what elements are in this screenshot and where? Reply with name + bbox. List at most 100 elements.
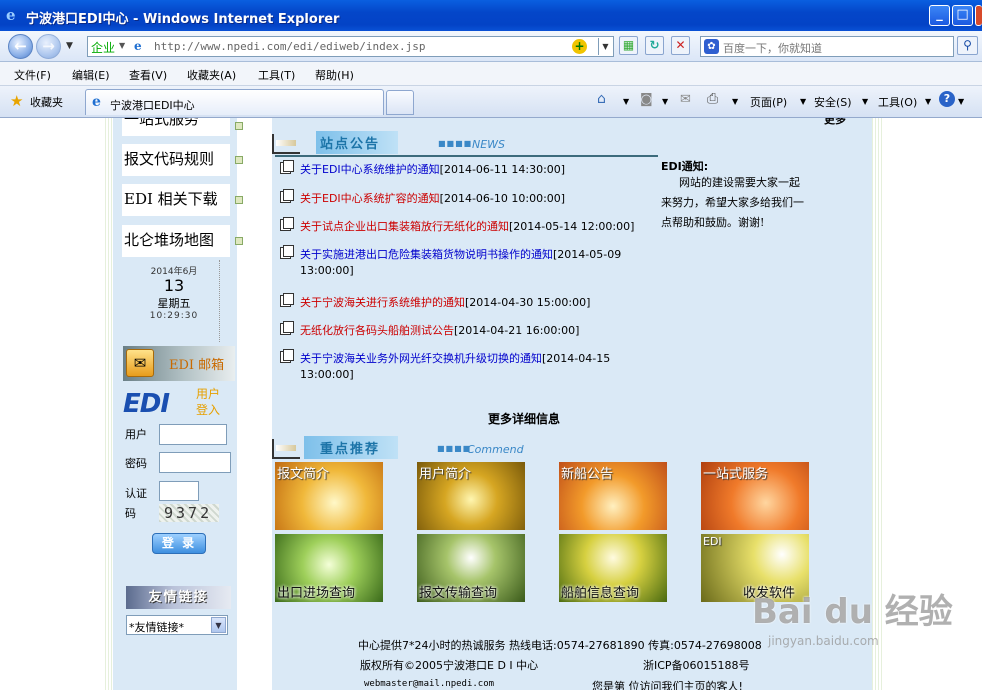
notice-title[interactable]: 关于EDI中心系统维护的通知: [300, 163, 440, 176]
menu-help[interactable]: 帮助(H): [315, 67, 354, 83]
notice-item[interactable]: 关于试点企业出口集装箱放行无纸化的通知[2014-05-14 12:00:00]: [280, 217, 640, 235]
login-button[interactable]: 登 录: [152, 533, 206, 554]
menu-favorites[interactable]: 收藏夹(A): [187, 67, 236, 83]
notice-title[interactable]: 无纸化放行各码头船舶测试公告: [300, 324, 454, 337]
menu-file[interactable]: 文件(F): [14, 67, 51, 83]
menu-edit[interactable]: 编辑(E): [72, 67, 110, 83]
recommend-header-title: 重点推荐: [304, 436, 399, 459]
stop-icon[interactable]: ✕: [671, 36, 690, 55]
notices-divider: [275, 155, 658, 157]
footer-email[interactable]: webmaster@mail.npedi.com: [364, 679, 494, 689]
menu-tools[interactable]: 工具(T): [258, 67, 295, 83]
favorites-button[interactable]: 收藏夹: [30, 94, 63, 110]
notice-item[interactable]: 关于实施进港出口危险集装箱货物说明书操作的通知[2014-05-09 13:00…: [280, 245, 640, 279]
tab-label: 宁波港口EDI中心: [110, 99, 195, 112]
new-tab-button[interactable]: [386, 90, 414, 115]
address-bar[interactable]: 企业 ▼ e http://www.npedi.com/edi/ediweb/i…: [87, 36, 614, 57]
tile-export-entry-query[interactable]: 出口进场查询: [275, 534, 383, 602]
password-input[interactable]: [159, 452, 231, 473]
link-edi-downloads[interactable]: EDI 相关下载: [122, 184, 243, 216]
friends-links-select[interactable]: *友情链接* ▼: [126, 615, 228, 635]
browser-tab[interactable]: e 宁波港口EDI中心: [85, 89, 384, 115]
footer-icp[interactable]: 浙ICP备06015188号: [643, 657, 750, 673]
ie-logo-icon: e: [6, 6, 16, 24]
recommend-header-en: Commend: [467, 443, 524, 456]
notice-item[interactable]: 关于宁波海关进行系统维护的通知[2014-04-30 15:00:00]: [280, 293, 640, 311]
notice-title[interactable]: 关于EDI中心系统扩容的通知: [300, 192, 440, 205]
tile-new-ship-notice[interactable]: 新船公告: [559, 462, 667, 530]
notice-item[interactable]: 关于宁波海关业务外网光纤交换机升级切换的通知[2014-04-15 13:00:…: [280, 349, 640, 383]
tile-top-label: EDI: [703, 535, 722, 548]
calendar-weekday: 星期五: [157, 297, 191, 310]
help-dropdown-icon[interactable]: ▼: [958, 97, 964, 106]
tile-ship-info-query[interactable]: 船舶信息查询: [559, 534, 667, 602]
home-dropdown-icon[interactable]: ▼: [623, 97, 629, 106]
print-icon[interactable]: ⎙: [707, 91, 718, 107]
captcha-image[interactable]: 9372: [159, 504, 219, 522]
go-icon[interactable]: +: [572, 39, 587, 54]
page-menu[interactable]: 页面(P): [750, 94, 787, 110]
tile-label: 用户简介: [419, 467, 472, 482]
close-button[interactable]: [975, 5, 982, 26]
notice-date: [2014-04-30 15:00:00]: [465, 296, 591, 309]
back-button[interactable]: ←: [8, 34, 33, 59]
notice-item[interactable]: 关于EDI中心系统维护的通知[2014-06-11 14:30:00]: [280, 160, 640, 178]
tile-one-stop-service[interactable]: 一站式服务: [701, 462, 809, 530]
friends-dropdown-icon[interactable]: ▼: [211, 617, 226, 633]
notice-title[interactable]: 关于宁波海关业务外网光纤交换机升级切换的通知: [300, 352, 542, 365]
tools-dropdown-icon[interactable]: ▼: [925, 97, 931, 106]
safety-dropdown-icon[interactable]: ▼: [862, 97, 868, 106]
bullet-icon: [235, 156, 243, 164]
captcha-label-1: 认证: [125, 487, 147, 500]
refresh-icon[interactable]: ↻: [645, 36, 664, 55]
calendar-widget: 2014年6月 13 星期五 10:29:30: [132, 264, 216, 334]
feeds-dropdown-icon[interactable]: ▼: [662, 97, 668, 106]
more-info-link[interactable]: 更多详细信息: [488, 410, 560, 427]
help-icon[interactable]: ?: [939, 91, 955, 107]
address-zone-label: 企业: [91, 41, 116, 55]
forward-button[interactable]: →: [36, 34, 61, 59]
search-icon[interactable]: ⚲: [957, 36, 978, 55]
compatibility-icon[interactable]: ▦: [619, 36, 638, 55]
link-one-stop-service[interactable]: 一站式服务: [122, 118, 243, 136]
zone-dropdown-icon[interactable]: ▼: [119, 41, 125, 50]
page-border-left: [105, 118, 113, 690]
notice-item[interactable]: 无纸化放行各码头船舶测试公告[2014-04-21 16:00:00]: [280, 321, 640, 339]
safety-menu[interactable]: 安全(S): [814, 94, 852, 110]
maximize-button[interactable]: □: [952, 5, 973, 26]
more-corner-link[interactable]: 更多: [824, 118, 846, 127]
mail-icon[interactable]: ✉: [680, 92, 691, 107]
tools-menu[interactable]: 工具(O): [878, 94, 917, 110]
minimize-button[interactable]: _: [929, 5, 950, 26]
notice-title[interactable]: 关于宁波海关进行系统维护的通知: [300, 296, 465, 309]
edi-mail-button[interactable]: ✉ EDI 邮箱: [123, 346, 235, 381]
baidu-paw-icon: ✿: [704, 39, 719, 54]
notice-item[interactable]: 关于EDI中心系统扩容的通知[2014-06-10 10:00:00]: [280, 189, 640, 207]
tile-label: 一站式服务: [703, 467, 769, 482]
recommend-header: 重点推荐 ■■■■ Commend: [272, 433, 672, 461]
print-dropdown-icon[interactable]: ▼: [732, 97, 738, 106]
link-beilun-yard-map[interactable]: 北仑堆场地图: [122, 225, 243, 257]
notice-title[interactable]: 关于实施进港出口危险集装箱货物说明书操作的通知: [300, 248, 553, 261]
search-placeholder: 百度一下，你就知道: [723, 42, 822, 55]
link-message-code-rules[interactable]: 报文代码规则: [122, 144, 243, 176]
calendar-day: 13: [163, 276, 185, 295]
left-sidebar: 一站式服务 报文代码规则 EDI 相关下载 北仑堆场地图 2014年6月 13 …: [113, 118, 243, 690]
captcha-input[interactable]: [159, 481, 199, 501]
page-dropdown-icon[interactable]: ▼: [800, 97, 806, 106]
link-beilun-yard-map-label: 北仑堆场地图: [124, 231, 215, 249]
username-input[interactable]: [159, 424, 227, 445]
menu-view[interactable]: 查看(V): [129, 67, 167, 83]
notice-title[interactable]: 关于试点企业出口集装箱放行无纸化的通知: [300, 220, 509, 233]
favorites-star-icon: ★: [10, 92, 24, 110]
home-icon[interactable]: ⌂: [597, 91, 606, 107]
address-dropdown-icon[interactable]: ▼: [598, 38, 612, 55]
notice-date: [2014-04-21 16:00:00]: [454, 324, 580, 337]
search-box[interactable]: ✿ 百度一下，你就知道: [700, 36, 954, 57]
history-dropdown-icon[interactable]: ▼: [66, 41, 73, 51]
tile-message-transfer-query[interactable]: 报文传输查询: [417, 534, 525, 602]
header-decoration-icon: [272, 134, 300, 154]
tile-user-intro[interactable]: 用户简介: [417, 462, 525, 530]
tile-message-intro[interactable]: 报文简介: [275, 462, 383, 530]
feeds-icon[interactable]: ◙: [640, 92, 653, 107]
